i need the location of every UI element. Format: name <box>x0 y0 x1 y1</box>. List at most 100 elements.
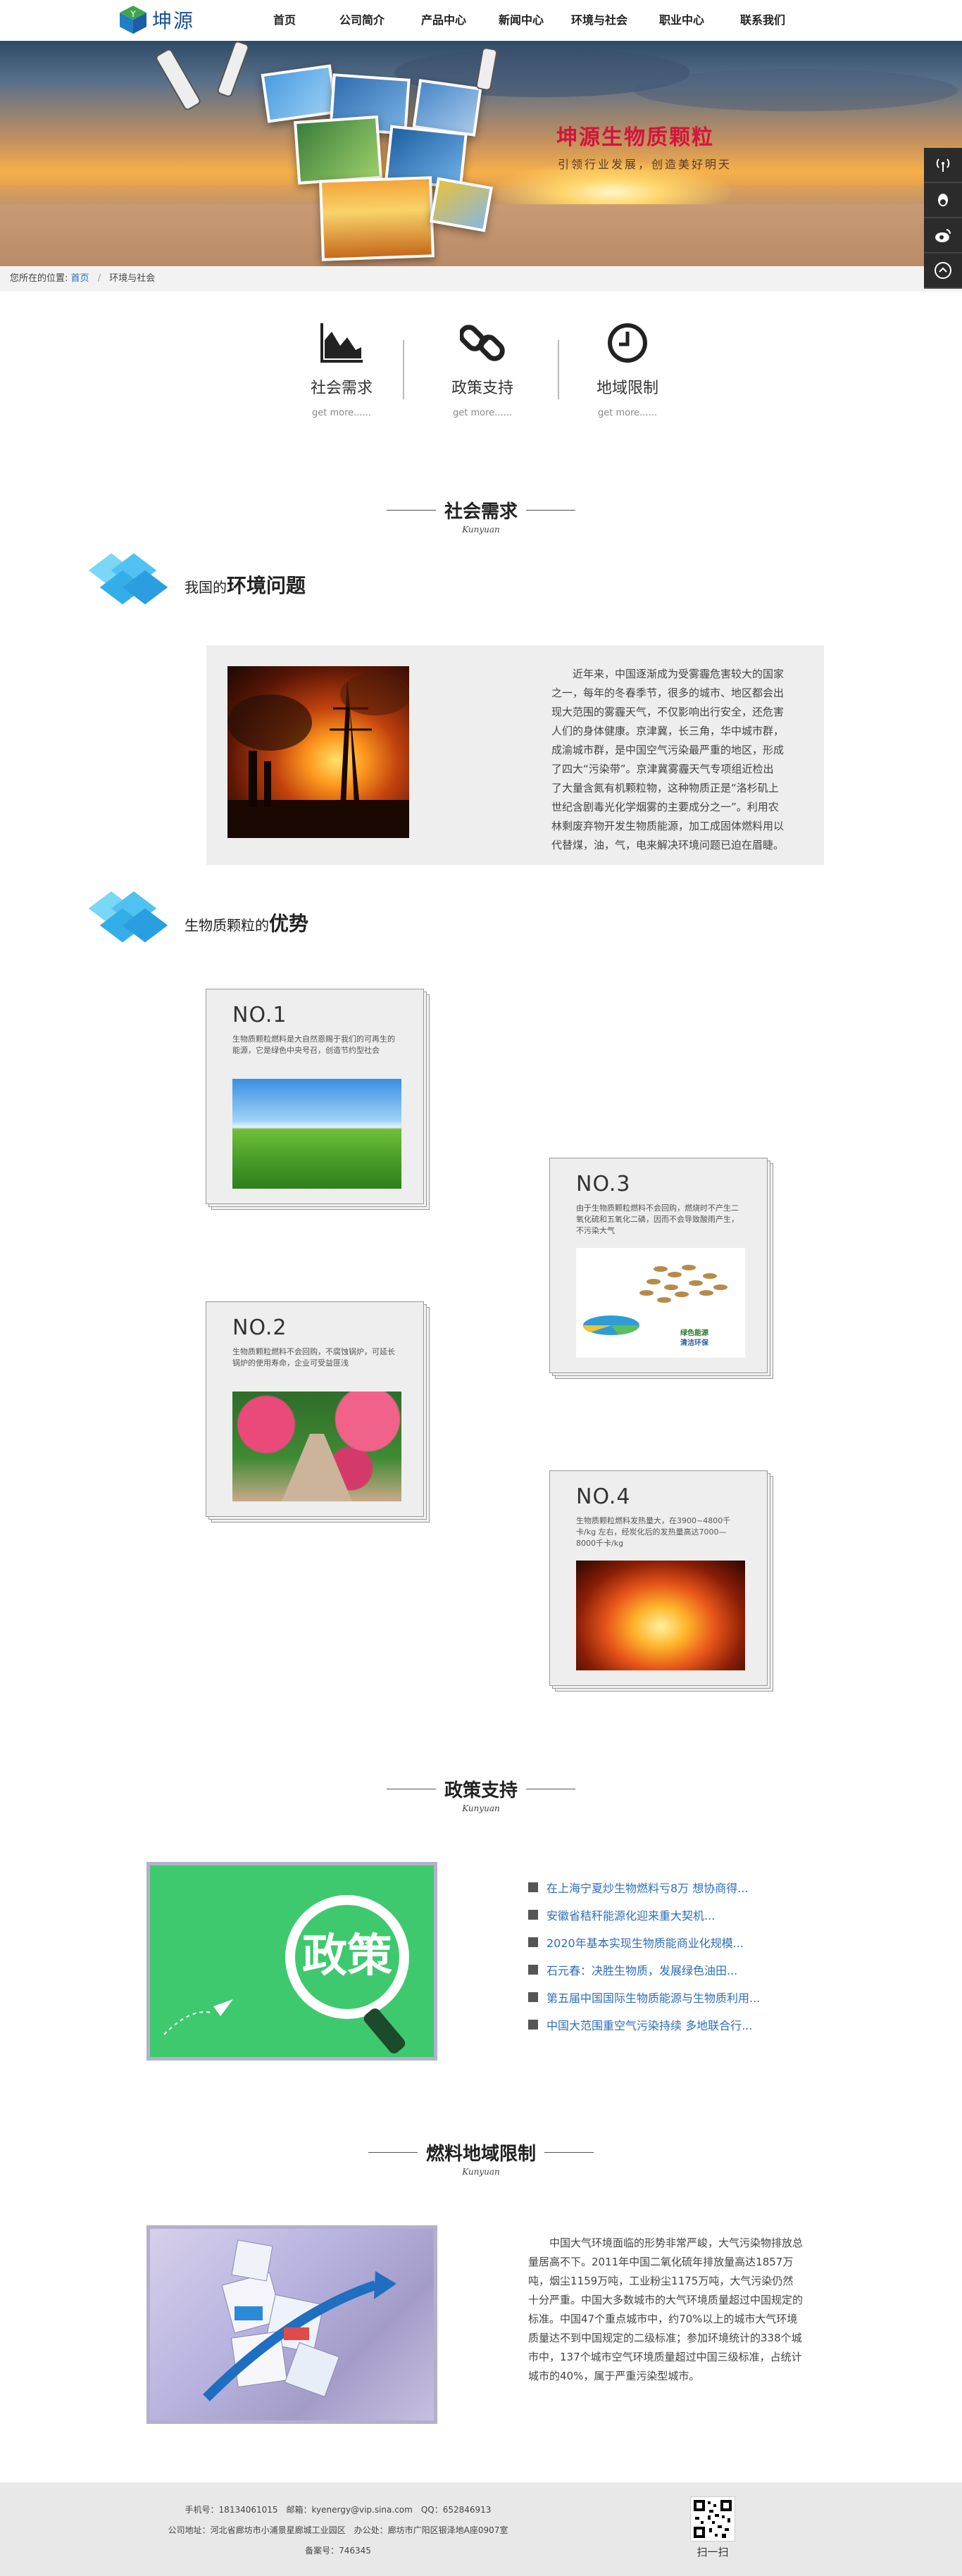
section-title-text: 燃料地域限制 <box>425 2144 536 2165</box>
breadcrumb-separator: / <box>97 273 101 284</box>
advantage-subheading: 生物质颗粒的优势 <box>88 890 309 946</box>
hero-banner: 坤源生物质颗粒 引领行业发展，创造美好明天 <box>0 41 962 266</box>
breadcrumb-prefix: 您所在的位置: <box>10 273 68 284</box>
back-to-top-button[interactable] <box>924 254 962 289</box>
clock-icon <box>608 323 647 363</box>
qr-code <box>690 2496 735 2541</box>
logo[interactable]: Y 坤源 <box>118 4 194 35</box>
svg-text:Y: Y <box>130 9 136 19</box>
advantage-card-1: NO.1 生物质颗粒燃料是大自然恩赐于我们的可再生的能源，它是绿色中央号召，创造… <box>206 989 430 1210</box>
region-image <box>146 2225 437 2424</box>
section-title-script: Kunyuan <box>462 2167 500 2177</box>
qq-penguin-icon <box>938 194 948 206</box>
subnav-more: get more...... <box>312 408 371 418</box>
nav-environment[interactable]: 环境与社会 <box>558 0 641 41</box>
policy-news-item[interactable]: 石元春：决胜生物质，发展绿色油田... <box>528 1956 852 1983</box>
fire-photo <box>576 1561 745 1670</box>
card-number: NO.2 <box>232 1315 287 1340</box>
pellets-chart-photo <box>576 1248 745 1358</box>
antenna-icon <box>936 158 950 172</box>
card-number: NO.1 <box>232 1003 287 1027</box>
subnav-social-demand[interactable]: 社会需求 get more...... <box>289 320 394 426</box>
pie-label-green: 绿色能源 <box>680 1330 708 1337</box>
banner-photo <box>429 177 494 232</box>
policy-news-item[interactable]: 安徽省秸秆能源化迎来重大契机... <box>528 1901 852 1928</box>
floating-toolbar <box>924 148 962 289</box>
nav-careers[interactable]: 职业中心 <box>641 0 723 41</box>
env-subheading: 我国的环境问题 <box>88 552 306 608</box>
card-number: NO.3 <box>576 1172 631 1196</box>
banner-cloud <box>634 69 958 111</box>
site-footer: 手机号：18134061015 邮箱：kyenergy@vip.sina.com… <box>0 2482 962 2576</box>
env-heading-bold: 环境问题 <box>227 574 306 597</box>
policy-news-item[interactable]: 2020年基本实现生物质能商业化规模... <box>528 1928 852 1956</box>
pie-label-clean: 清洁环保 <box>680 1339 708 1347</box>
footer-contact: 手机号：18134061015 邮箱：kyenergy@vip.sina.com… <box>185 2505 492 2515</box>
cubes-icon <box>88 890 182 946</box>
env-heading-prefix: 我国的 <box>185 579 227 596</box>
qr-label: 扫一扫 <box>696 2546 729 2558</box>
adv-heading-bold: 优势 <box>269 912 309 935</box>
logo-text: 坤源 <box>152 9 195 32</box>
site-header: Y 坤源 首页 公司简介 产品中心 新闻中心 环境与社会 职业中心 联系我们 <box>0 0 962 41</box>
subnav-region-limit[interactable]: 地域限制 get more...... <box>575 320 680 426</box>
section-title-social: 社会需求 Kunyuan <box>0 497 962 534</box>
environment-text: 近年来，中国逐渐成为受雾霾危害较大的国家之一，每年的冬春季节，很多的城市、地区都… <box>551 668 785 851</box>
banner-photo <box>261 64 338 123</box>
nav-news[interactable]: 新闻中心 <box>485 0 558 41</box>
chevron-up-icon <box>935 262 951 279</box>
robot-arm <box>215 41 251 99</box>
subnav-policy-support[interactable]: 政策支持 get more...... <box>430 320 535 426</box>
banner-photo <box>319 176 435 261</box>
policy-image: 政策 <box>146 1862 437 2061</box>
antenna-button[interactable] <box>924 148 962 183</box>
weibo-button[interactable] <box>924 218 962 254</box>
subnav-more: get more...... <box>453 408 512 418</box>
section-title-region: 燃料地域限制 Kunyuan <box>0 2139 962 2177</box>
section-subnav: 社会需求 get more...... 政策支持 get more...... … <box>289 320 680 426</box>
section-title-script: Kunyuan <box>462 1803 500 1813</box>
subnav-divider <box>403 340 404 399</box>
card-desc: 生物质颗粒燃料发热量大，在3900~4800千卡/kg 左右，经炭化后的发热量高… <box>576 1516 731 1548</box>
advantage-card-3: NO.3 由于生物质颗粒燃料不会回购，燃烧时不产生二氧化硫和五氧化二磷，因而不会… <box>549 1158 773 1379</box>
subnav-more: get more...... <box>598 408 657 418</box>
subnav-divider <box>558 340 559 399</box>
breadcrumb: 您所在的位置: 首页 / 环境与社会 <box>0 266 962 292</box>
card-desc: 生物质颗粒燃料是大自然恩赐于我们的可再生的能源，它是绿色中央号召，创造节约型社会 <box>232 1034 395 1055</box>
advantage-card-4: NO.4 生物质颗粒燃料发热量大，在3900~4800千卡/kg 左右，经炭化后… <box>549 1470 773 1692</box>
policy-image-text: 政策 <box>302 1930 392 1982</box>
nav-contact[interactable]: 联系我们 <box>723 0 803 41</box>
pollution-photo <box>227 666 409 838</box>
subnav-label: 社会需求 <box>310 380 373 397</box>
policy-news-item[interactable]: 在上海宁夏炒生物燃料亏8万 想协商得... <box>528 1873 852 1901</box>
policy-news-item[interactable]: 中国大范围重空气污染持续 多地联合行... <box>528 2011 852 2038</box>
subnav-label: 地域限制 <box>596 380 658 397</box>
grassland-photo <box>232 1079 401 1189</box>
robot-arm <box>154 47 202 112</box>
chain-link-icon <box>460 325 505 361</box>
qq-button[interactable] <box>924 183 962 218</box>
card-desc: 由于生物质颗粒燃料不会回购，燃烧时不产生二氧化硫和五氧化二磷，因而不会导致酸雨产… <box>576 1203 739 1235</box>
region-text: 中国大气环境面临的形势非常严峻，大气污染物排放总量居高不下。2011年中国二氧化… <box>528 2237 804 2382</box>
nav-products[interactable]: 产品中心 <box>403 0 485 41</box>
breadcrumb-home-link[interactable]: 首页 <box>71 273 89 284</box>
nav-about[interactable]: 公司简介 <box>321 0 403 41</box>
cubes-icon <box>88 552 182 608</box>
section-title-script: Kunyuan <box>462 525 500 534</box>
environment-panel: 近年来，中国逐渐成为受雾霾危害较大的国家之一，每年的冬春季节，很多的城市、地区都… <box>206 645 824 865</box>
card-desc: 生物质颗粒燃料不会回购，不腐蚀锅炉，可延长锅炉的使用寿命，企业可受益匪浅 <box>232 1347 395 1368</box>
flower-path-photo <box>232 1392 401 1501</box>
area-chart-icon <box>320 323 363 363</box>
nav-home[interactable]: 首页 <box>248 0 321 41</box>
banner-photo <box>294 115 382 185</box>
weibo-icon <box>935 229 951 242</box>
section-title-text: 政策支持 <box>444 1780 518 1801</box>
section-title-text: 社会需求 <box>444 501 518 523</box>
logo-cube-icon: Y <box>120 6 146 34</box>
banner-subtitle: 引领行业发展，创造美好明天 <box>558 158 732 171</box>
policy-news-list: 在上海宁夏炒生物燃料亏8万 想协商得... 安徽省秸秆能源化迎来重大契机... … <box>528 1873 852 2038</box>
section-title-policy: 政策支持 Kunyuan <box>0 1776 962 1813</box>
card-number: NO.4 <box>576 1484 631 1509</box>
banner-title: 坤源生物质颗粒 <box>556 125 714 150</box>
policy-news-item[interactable]: 第五届中国国际生物质能源与生物质利用... <box>528 1983 852 2011</box>
